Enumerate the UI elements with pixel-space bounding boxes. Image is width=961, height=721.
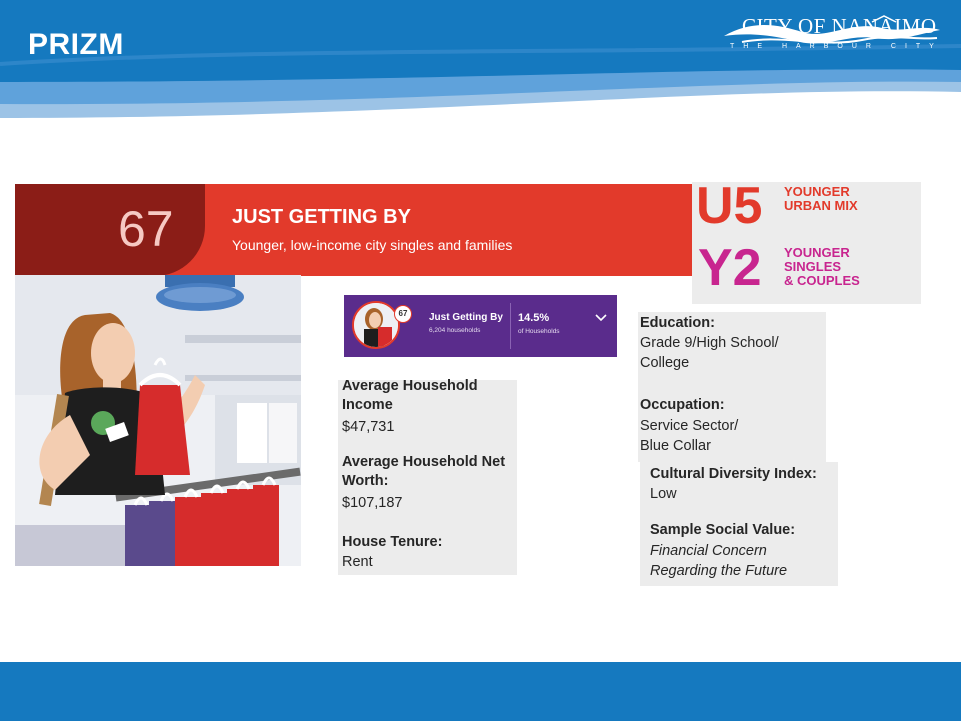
segment-label-line: & COUPLES [784,273,860,288]
income-label: Average Household Income [342,378,478,413]
segment-number: 67 [118,201,174,257]
segment-title: JUST GETTING BY [232,206,411,228]
widget-percent: 14.5% [518,312,550,324]
social-value: Financial Concern Regarding the Future [650,543,788,579]
diversity-value: Low [650,486,677,502]
widget-segment-name: Just Getting By [429,312,503,323]
segment-label-line: URBAN MIX [784,198,858,213]
segment-label-y2: YOUNGER SINGLES & COUPLES [784,246,904,288]
tenure-value: Rent [342,554,373,570]
segment-badge: 67 [394,305,412,323]
segment-label-u5: YOUNGER URBAN MIX [784,185,904,213]
occupation-value: Service Sector/ Blue Collar [640,418,739,454]
segment-label-line: YOUNGER [784,245,850,260]
slide: PRIZM CITY OF NANAIMO THE HARBOUR CITY 6… [0,0,961,721]
education-panel: Education: Grade 9/High School/ College … [638,312,826,462]
shopper-illustration-image [15,275,301,566]
segment-banner: 67 JUST GETTING BY Younger, low-income c… [15,184,697,276]
culture-panel: Cultural Diversity Index: Low Sample Soc… [640,462,838,586]
income-value: $47,731 [342,419,395,435]
avatar-image [354,303,398,347]
segment-code-u5: U5 [696,177,763,235]
income-panel: Average Household Income $47,731 Average… [338,378,517,575]
shopper-illustration [15,275,301,566]
segment-label-line: SINGLES [784,259,842,274]
logo-waves-icon [724,15,940,44]
city-logo: CITY OF NANAIMO THE HARBOUR CITY [722,14,942,84]
widget-divider [510,303,511,349]
widget-households: 6,204 households [429,327,481,334]
diversity-label: Cultural Diversity Index: [650,466,817,482]
segment-avatar [352,301,400,349]
segment-codes-box: U5 YOUNGER URBAN MIX Y2 YOUNGER SINGLES … [692,177,921,304]
segment-summary-widget[interactable]: 67 Just Getting By 6,204 households 14.5… [344,295,617,357]
networth-label: Average Household Net Worth: [342,454,506,489]
occupation-label: Occupation: [640,397,725,413]
page-title: PRIZM [28,28,124,61]
social-value-label: Sample Social Value: [650,522,796,538]
tenure-label: House Tenure: [342,534,443,550]
segment-code-y2: Y2 [698,239,762,297]
education-label: Education: [640,315,715,331]
widget-percent-label: of Households [518,328,560,335]
chevron-down-icon[interactable] [594,313,608,323]
slide-header: PRIZM CITY OF NANAIMO THE HARBOUR CITY [0,0,961,120]
networth-value: $107,187 [342,495,403,511]
segment-number-box: 67 [15,184,205,276]
segment-label-line: YOUNGER [784,184,850,199]
education-value: Grade 9/High School/ College [640,335,779,371]
slide-footer [0,662,961,721]
segment-subtitle: Younger, low-income city singles and fam… [232,237,513,253]
